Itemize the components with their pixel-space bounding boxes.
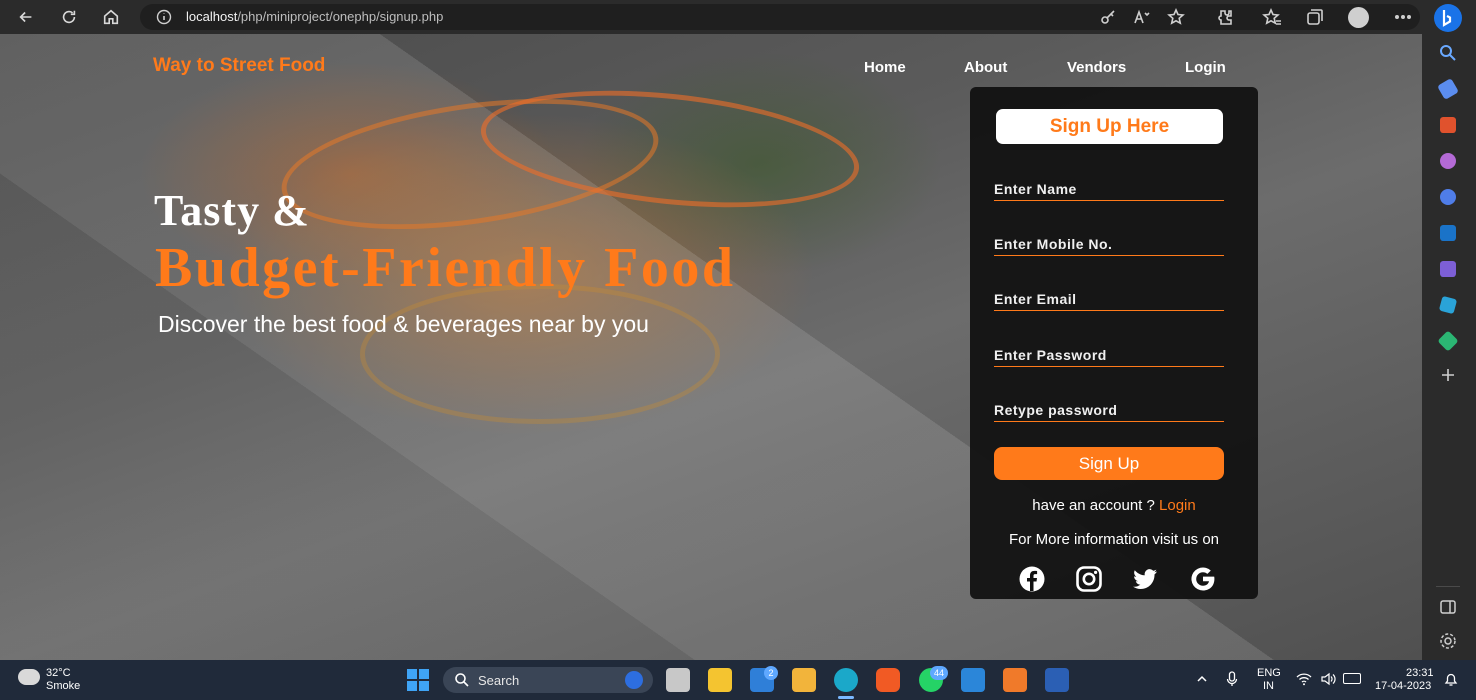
taskbar [0, 660, 1476, 700]
sticky-notes-icon[interactable] [708, 668, 732, 692]
whatsapp-badge: 44 [930, 666, 948, 680]
mobile-field[interactable] [994, 226, 1224, 256]
hero-subtitle: Discover the best food & beverages near … [158, 311, 649, 337]
sidebar-divider [1436, 586, 1460, 587]
designer-icon[interactable] [1440, 261, 1456, 277]
bing-chat-icon[interactable] [1434, 4, 1462, 32]
taskbar-search[interactable]: Search [443, 667, 653, 693]
settings-icon[interactable] [1438, 631, 1458, 651]
signup-title: Sign Up Here [996, 109, 1223, 144]
notification-bell-icon[interactable] [1443, 671, 1459, 687]
brave-icon[interactable] [876, 668, 900, 692]
word-icon[interactable] [1045, 668, 1069, 692]
nav-home[interactable]: Home [864, 59, 906, 76]
home-icon [103, 9, 119, 25]
xampp-icon[interactable] [1003, 668, 1027, 692]
mail-badge: 2 [764, 666, 778, 680]
name-field[interactable] [994, 171, 1224, 201]
instagram-icon[interactable] [1075, 565, 1103, 593]
have-account-label: have an account ? [1032, 497, 1155, 514]
language-line1[interactable]: ENG [1257, 667, 1281, 680]
vscode-icon[interactable] [961, 668, 985, 692]
windows-start-icon[interactable] [407, 669, 429, 691]
clock-date[interactable]: 17-04-2023 [1375, 680, 1431, 693]
site-brand[interactable]: Way to Street Food [153, 55, 325, 77]
wifi-icon[interactable] [1296, 672, 1312, 686]
google-icon[interactable] [1189, 565, 1217, 593]
refresh-icon [62, 10, 76, 24]
edge-icon[interactable] [834, 668, 858, 692]
collections-icon[interactable] [1305, 7, 1325, 27]
more-options-icon[interactable] [1393, 7, 1413, 27]
add-icon[interactable] [1438, 365, 1458, 385]
chevron-up-icon[interactable] [1195, 672, 1209, 686]
facebook-icon[interactable] [1018, 565, 1046, 593]
hero-title-line1: Tasty & [154, 186, 310, 235]
office-icon[interactable] [1440, 189, 1456, 205]
extensions-icon[interactable] [1215, 7, 1235, 27]
back-arrow-icon [19, 11, 32, 23]
add-favorite-icon[interactable] [1166, 7, 1186, 27]
nav-about[interactable]: About [964, 59, 1007, 76]
email-field[interactable] [994, 281, 1224, 311]
key-icon[interactable] [1098, 7, 1118, 27]
clock-time[interactable]: 23:31 [1406, 667, 1434, 680]
nav-login[interactable]: Login [1185, 59, 1226, 76]
app-icon[interactable] [1437, 330, 1459, 352]
active-app-indicator [838, 696, 854, 699]
nav-vendors[interactable]: Vendors [1067, 59, 1126, 76]
tools-icon[interactable] [1440, 117, 1456, 133]
hero-title-line2: Budget-Friendly Food [155, 237, 736, 299]
info-icon[interactable] [156, 9, 172, 25]
telegram-icon[interactable] [1438, 295, 1458, 315]
signup-panel: Sign Up Here Sign Up have an account ? L… [970, 87, 1258, 599]
food-image-detail [360, 284, 720, 424]
home-button[interactable] [97, 3, 125, 31]
back-button[interactable] [12, 3, 40, 31]
taskbar-search-label: Search [478, 673, 520, 688]
shopping-icon[interactable] [1437, 78, 1459, 100]
login-link[interactable]: Login [1159, 497, 1196, 514]
weather-desc[interactable]: Smoke [46, 680, 80, 693]
url-host: localhost [186, 9, 238, 24]
retype-password-field[interactable] [994, 392, 1224, 422]
have-account-text: have an account ? Login [970, 497, 1258, 514]
outlook-icon[interactable] [1440, 225, 1456, 241]
page-content: Way to Street Food Home About Vendors Lo… [0, 34, 1422, 660]
signup-button[interactable]: Sign Up [994, 447, 1224, 480]
url-path: /php/miniproject/onephp/signup.php [237, 9, 444, 24]
password-field[interactable] [994, 337, 1224, 367]
microphone-icon[interactable] [1226, 671, 1238, 687]
hide-sidebar-icon[interactable] [1438, 597, 1458, 617]
bing-icon [625, 671, 643, 689]
url-text: localhost/php/miniproject/onephp/signup.… [186, 9, 443, 24]
battery-icon[interactable] [1343, 673, 1361, 684]
browser-sidebar [1422, 34, 1476, 660]
read-aloud-icon[interactable] [1132, 7, 1152, 27]
search-icon[interactable] [1438, 43, 1458, 63]
language-line2[interactable]: IN [1263, 680, 1274, 693]
profile-avatar[interactable] [1348, 7, 1369, 28]
weather-icon[interactable] [18, 669, 40, 685]
browser-toolbar: localhost/php/miniproject/onephp/signup.… [0, 0, 1476, 34]
games-icon[interactable] [1440, 153, 1456, 169]
task-view-icon[interactable] [666, 668, 690, 692]
favorites-icon[interactable] [1262, 7, 1282, 27]
more-info-text: For More information visit us on [1008, 531, 1220, 548]
refresh-button[interactable] [55, 3, 83, 31]
file-explorer-icon[interactable] [792, 668, 816, 692]
search-icon [455, 673, 469, 687]
weather-temp[interactable]: 32°C [46, 667, 71, 680]
volume-icon[interactable] [1320, 672, 1336, 686]
twitter-icon[interactable] [1131, 565, 1159, 593]
